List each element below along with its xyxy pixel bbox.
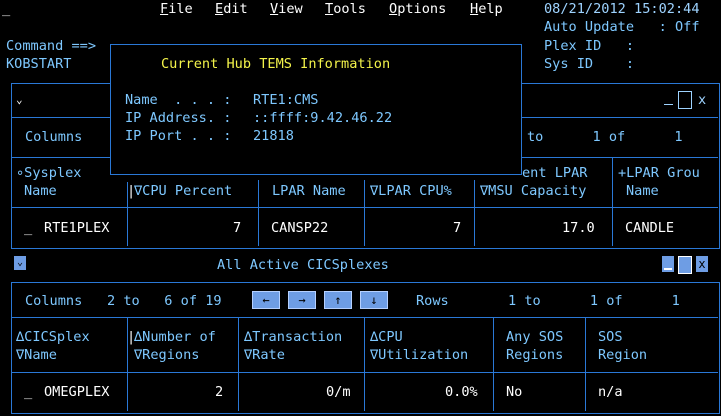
col-header-regions-line2[interactable]: ∇Regions bbox=[134, 346, 199, 364]
col-header-sos-region-line2[interactable]: Region bbox=[598, 346, 647, 364]
row-cpu-percent: 7 bbox=[233, 220, 242, 236]
row-lpar-cpu: 7 bbox=[453, 220, 462, 236]
col-header-lpar-name[interactable]: LPAR Name bbox=[272, 182, 346, 200]
menu-accelerator: O bbox=[389, 1, 398, 17]
scroll-right-button[interactable]: → bbox=[288, 291, 316, 309]
rows-range: 1 to 1 of 1 bbox=[508, 293, 680, 309]
maximize-icon[interactable] bbox=[678, 91, 692, 109]
popup-name-value: RTE1:CMS bbox=[253, 92, 319, 108]
col-header-msu-capacity[interactable]: ∇MSU Capacity bbox=[480, 182, 586, 200]
popup-ip-value: ::ffff:9.42.46.22 bbox=[253, 110, 393, 126]
menu-accelerator: H bbox=[470, 1, 479, 17]
col-header-sysplex-line2[interactable]: Name bbox=[24, 182, 57, 200]
popup-name-label: Name . . . : bbox=[125, 92, 232, 108]
close-icon[interactable]: x bbox=[698, 91, 706, 109]
menu-label: dit bbox=[223, 1, 248, 17]
chevron-down-icon[interactable]: ⌄ bbox=[14, 256, 26, 270]
col-header-lpar-group-line2[interactable]: Name bbox=[626, 182, 659, 200]
menu-item-file[interactable]: File bbox=[160, 0, 193, 18]
popup-ip-label: IP Address. : bbox=[125, 110, 232, 126]
col-header-lpar-group[interactable]: +LPAR Grou bbox=[618, 164, 700, 182]
minimize-icon[interactable] bbox=[662, 91, 674, 107]
menu-accelerator: F bbox=[160, 1, 169, 17]
col-header-cpu-percent[interactable]: ∇CPU Percent bbox=[134, 182, 232, 200]
row-msu-capacity: 17.0 bbox=[562, 220, 595, 236]
menu-accelerator: T bbox=[325, 1, 334, 17]
col-header-regions-line1[interactable]: ∆Number of bbox=[134, 328, 216, 346]
columns-label: Columns bbox=[25, 293, 83, 309]
col-header-any-sos-line1[interactable]: Any SOS bbox=[506, 328, 563, 346]
col-header-cpu-line2[interactable]: ∇Utilization bbox=[370, 346, 468, 364]
minimize-icon[interactable] bbox=[662, 256, 674, 272]
sys-id-label: Sys ID : bbox=[544, 56, 635, 72]
columns-label: Columns bbox=[25, 129, 83, 145]
plex-id-label: Plex ID : bbox=[544, 38, 635, 54]
col-header-cicsplex-line1[interactable]: ∆CICSplex bbox=[16, 328, 90, 346]
row-cpu-utilization: 0.0% bbox=[445, 384, 478, 400]
datetime: 08/21/2012 15:02:44 bbox=[544, 1, 700, 17]
col-header-cpu-line1[interactable]: ∆CPU bbox=[370, 328, 403, 346]
menu-accelerator: V bbox=[270, 1, 279, 17]
popup-port-value: 21818 bbox=[253, 128, 294, 144]
row-select[interactable]: _ bbox=[24, 219, 32, 237]
rows-range: to 1 of 1 bbox=[527, 129, 683, 145]
col-header-any-sos-line2[interactable]: Regions bbox=[506, 346, 563, 364]
column-separator: | bbox=[127, 329, 136, 345]
row-regions: 2 bbox=[215, 384, 224, 400]
menu-accelerator: E bbox=[215, 1, 224, 17]
row-lpar-name: CANSP22 bbox=[271, 220, 329, 236]
row-transaction-rate: 0/m bbox=[326, 384, 351, 400]
close-icon[interactable]: x bbox=[696, 256, 708, 272]
popup-title: Current Hub TEMS Information bbox=[161, 56, 391, 72]
menu-item-edit[interactable]: Edit bbox=[215, 0, 248, 18]
col-header-rate-line1[interactable]: ∆Transaction bbox=[244, 328, 342, 346]
menu-label: ile bbox=[168, 1, 193, 17]
panel-title: All Active CICSplexes bbox=[217, 257, 389, 273]
menu-item-help[interactable]: Help bbox=[470, 0, 503, 18]
scroll-down-button[interactable]: ↓ bbox=[360, 291, 388, 309]
maximize-icon[interactable] bbox=[678, 256, 692, 274]
row-select[interactable]: _ bbox=[24, 383, 32, 401]
row-sos-region: n/a bbox=[598, 384, 623, 400]
menu-label: ptions bbox=[397, 1, 447, 17]
scroll-left-button[interactable]: ← bbox=[252, 291, 280, 309]
menu-item-view[interactable]: View bbox=[270, 0, 303, 18]
column-separator: | bbox=[127, 183, 136, 199]
command-label: Command ==> bbox=[6, 38, 97, 54]
columns-range: 2 to 6 of 19 bbox=[107, 293, 222, 309]
col-header-sos-region-line1[interactable]: SOS bbox=[598, 328, 623, 346]
col-header-rate-line2[interactable]: ∇Rate bbox=[244, 346, 285, 364]
row-any-sos: No bbox=[506, 384, 523, 400]
col-header-lpar-cpu[interactable]: ∇LPAR CPU% bbox=[370, 182, 452, 200]
row-cicsplex-name[interactable]: OMEGPLEX bbox=[44, 383, 109, 401]
scroll-up-button[interactable]: ↑ bbox=[324, 291, 352, 309]
menu-item-options[interactable]: Options bbox=[389, 0, 446, 18]
chevron-down-icon[interactable]: ⌄ bbox=[16, 91, 23, 109]
col-header-cicsplex-line2[interactable]: ∇Name bbox=[16, 346, 57, 364]
auto-update-status: Auto Update : Off bbox=[544, 19, 700, 35]
row-sysplex-name[interactable]: RTE1PLEX bbox=[44, 219, 109, 237]
row-lpar-group: CANDLE bbox=[625, 220, 675, 236]
col-header-msu-line1[interactable]: ent LPAR bbox=[522, 164, 587, 182]
menu-label: elp bbox=[478, 1, 503, 17]
popup-port-label: IP Port . . : bbox=[125, 128, 232, 144]
col-header-sysplex-line1[interactable]: ∘Sysplex bbox=[16, 164, 81, 182]
menu-prefix: _ bbox=[2, 1, 11, 17]
rows-label: Rows bbox=[416, 293, 449, 309]
menu-item-tools[interactable]: Tools bbox=[325, 0, 366, 18]
menu-label: iew bbox=[278, 1, 303, 17]
menu-label: ools bbox=[333, 1, 366, 17]
program-name: KOBSTART bbox=[6, 56, 72, 72]
